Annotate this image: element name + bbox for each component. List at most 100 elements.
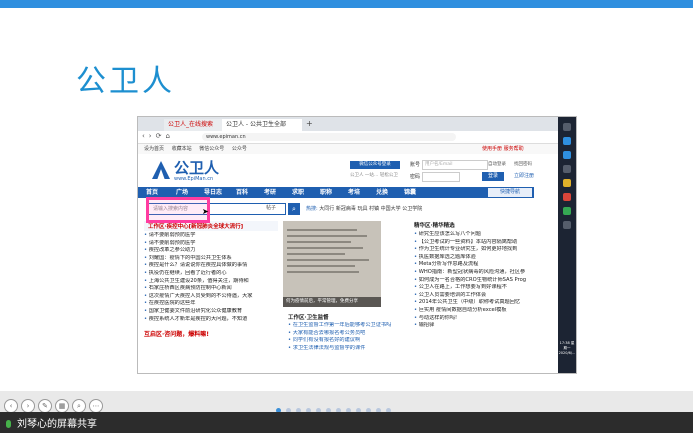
list-item[interactable]: 求卫生法律法规与监督学的课件 <box>288 345 438 353</box>
top-accent-bar <box>0 0 693 8</box>
forgot-password-link[interactable]: 找回密码 <box>514 161 532 167</box>
nav-item-training[interactable]: 考培 <box>348 187 360 198</box>
screen-share-label: 刘琴心的屏幕共享 <box>6 415 97 430</box>
auto-login-checkbox[interactable]: 自动登录 <box>488 161 506 167</box>
bookmark-item[interactable]: 收藏本站 <box>172 146 192 152</box>
search-taskbar-icon[interactable] <box>563 151 571 159</box>
password-label: 密码 <box>410 174 421 180</box>
list-item[interactable]: 请不要削弱预防医学 <box>144 240 278 248</box>
login-button[interactable]: 登录 <box>482 172 504 181</box>
screen-share-bar: 刘琴心的屏幕共享 <box>0 412 693 433</box>
microphone-icon[interactable] <box>6 420 11 428</box>
nav-item-exchange[interactable]: 兑换 <box>376 187 388 198</box>
list-item[interactable]: 刘耀国：疫情下的中国公共卫生体系 <box>144 255 278 263</box>
list-item[interactable]: 公卫人员需要培训的工作体会 <box>414 292 538 300</box>
list-item[interactable]: 研究生应该怎么写八个问题 <box>414 231 538 239</box>
list-item[interactable]: 这次疫情广大疾控人员受到的不公待遇，大家 <box>144 293 278 301</box>
logo-subtext: www.EpiMan.cn <box>174 176 214 182</box>
site-logo[interactable]: 公卫人 www.EpiMan.cn <box>152 157 242 185</box>
more-icon[interactable]: ⋯ <box>89 399 103 413</box>
app-icon[interactable] <box>563 221 571 229</box>
browser-tab-1[interactable]: 公卫人_在线搜索 <box>164 119 222 131</box>
list-item[interactable]: 公卫人在路上，工作想要写到好课程不 <box>414 284 538 292</box>
nav-item-exam[interactable]: 考研 <box>264 187 276 198</box>
list-item[interactable]: 石家庄桥西区疾病预防控制中心新闻 <box>144 285 278 293</box>
account-input[interactable]: 用户名/Email <box>422 160 488 170</box>
nav-item-wiki[interactable]: 百科 <box>236 187 248 198</box>
left-column: 工作区·疾控中心[新冠肺炎全球大流行] 请不要削弱预防医学 请不要削弱预防医学 … <box>144 221 278 338</box>
featured-image[interactable]: 何为疫情前后，平常管理，免费分享 <box>283 221 381 307</box>
list-item[interactable]: 与动这样的你吗! <box>414 315 538 323</box>
start-icon[interactable] <box>563 123 571 131</box>
list-item[interactable]: Meta分析写作思路及流程 <box>414 261 538 269</box>
wechat-login-note: 公卫人 一站… 轻松公卫 <box>350 173 398 178</box>
folder-icon[interactable] <box>563 179 571 187</box>
address-bar: ‹›⟳⌂ www.epiman.cn <box>138 131 558 144</box>
bookmark-item[interactable]: 设为首页 <box>144 146 164 152</box>
logo-text: 公卫人 <box>174 159 220 177</box>
search-type-select[interactable]: 帖子 <box>266 204 276 211</box>
explorer-icon[interactable] <box>563 165 571 173</box>
list-item[interactable]: 执役仍在继续，回看了近行者的心 <box>144 270 278 278</box>
list-item[interactable]: 同学们有没有报名好的建议啊 <box>288 337 438 345</box>
right-column: 精华区·精华精选 研究生应该怎么写八个问题 【公卫考试的一些资料】本站内容隔离帮… <box>414 221 538 330</box>
list-item[interactable]: 如何成为一名合格的CRO生物统计师SAS Prog <box>414 277 538 285</box>
pen-icon[interactable]: ✎ <box>38 399 52 413</box>
account-label: 账号 <box>410 162 421 168</box>
featured-image-caption: 何为疫情前后，平常管理，免费分享 <box>283 297 381 307</box>
slide-controls: ‹ › ✎ ▦ ⌕ ⋯ <box>4 393 106 413</box>
nav-item-jobs[interactable]: 求职 <box>292 187 304 198</box>
search-highlight-box <box>146 197 210 223</box>
list-item[interactable]: 【公卫考试的一些资料】本站内容隔离帮助 <box>414 239 538 247</box>
list-item[interactable]: 疾控改革之参公助力 <box>144 247 278 255</box>
back-forward-refresh-icons[interactable]: ‹›⟳⌂ <box>142 132 174 140</box>
hot-searches: 热搜: 大同行 新冠病毒 玩具 村镇 中国大学 公卫学院 <box>306 205 422 212</box>
list-item[interactable]: 输招驿 <box>414 322 538 330</box>
list-item[interactable]: 疾控是什么？请说说你在疾控具体做的事情 <box>144 262 278 270</box>
password-input[interactable] <box>422 172 460 182</box>
search-icon[interactable]: ⌕ <box>288 203 300 215</box>
list-item[interactable]: 2014年公共卫生（中级）职称考试真题回忆 <box>414 299 538 307</box>
section-title-supervision[interactable]: 工作区·卫生监督 <box>288 313 329 321</box>
mouse-cursor-icon: ➤ <box>202 207 209 216</box>
quick-nav-button[interactable]: 快捷导航 <box>488 188 532 197</box>
list-item[interactable]: 大家有能否去哪报名考公务员吧 <box>288 330 438 338</box>
edge-icon[interactable] <box>563 137 571 145</box>
list-item[interactable]: 巨实用 疫情间数据自动分析excel模板 <box>414 307 538 315</box>
slide-title: 公卫人 <box>76 64 175 99</box>
browser-screenshot: 公卫人_在线搜索 公卫人 - 公共卫生全部 + ‹›⟳⌂ www.epiman.… <box>137 116 577 374</box>
wechat-icon[interactable] <box>563 207 571 215</box>
new-tab-icon[interactable]: + <box>306 119 313 128</box>
url-field[interactable]: www.epiman.cn <box>202 133 456 141</box>
hot-terms[interactable]: 大同行 新冠病毒 玩具 村镇 中国大学 公卫学院 <box>319 206 422 212</box>
list-item[interactable]: 在疾控医院的这些年 <box>144 300 278 308</box>
list-item[interactable]: WHO指南：新型冠状病毒的风险沟通，社区参 <box>414 269 538 277</box>
nav-item-tips[interactable]: 锦囊 <box>404 187 416 198</box>
help-links[interactable]: 使用手册 服务帮助 <box>482 144 524 154</box>
section-title-essence[interactable]: 精华区·精华精选 <box>414 221 538 229</box>
list-item[interactable]: 执医数据库选之题库体验 <box>414 254 538 262</box>
logo-mark-icon <box>152 161 170 179</box>
windows-taskbar <box>558 117 576 373</box>
list-item[interactable]: 国家卫健委文件前沿研究化公众健康教育 <box>144 308 278 316</box>
zoom-icon[interactable]: ⌕ <box>72 399 86 413</box>
list-item[interactable]: 疾控系统人才新年是疾控的大问题，不知道 <box>144 316 278 324</box>
register-link[interactable]: 立即注册 <box>514 172 534 179</box>
app-icon-red[interactable] <box>563 193 571 201</box>
hot-label: 热搜: <box>306 206 318 212</box>
bookmark-item[interactable]: 微信公众号 <box>199 146 224 152</box>
screen-share-text: 刘琴心的屏幕共享 <box>17 419 97 430</box>
browser-tab-bar: 公卫人_在线搜索 公卫人 - 公共卫生全部 + <box>138 117 558 131</box>
nav-item-title[interactable]: 职称 <box>320 187 332 198</box>
grid-icon[interactable]: ▦ <box>55 399 69 413</box>
taskbar-clock: 17:38 星期一 2020/6/... <box>558 341 576 355</box>
section-title-qa[interactable]: 互启区·咨问题，爆料嘛! <box>144 329 278 338</box>
list-item[interactable]: 作为卫生统计专业研究生，如何更好地找到 <box>414 246 538 254</box>
bookmark-item[interactable]: 公众号 <box>232 146 247 152</box>
wechat-login-button[interactable]: 微信公众号登录 <box>350 161 400 169</box>
prev-slide-icon[interactable]: ‹ <box>4 399 18 413</box>
list-item[interactable]: 请不要削弱预防医学 <box>144 232 278 240</box>
browser-tab-2[interactable]: 公卫人 - 公共卫生全部 <box>222 119 302 131</box>
next-slide-icon[interactable]: › <box>21 399 35 413</box>
list-item[interactable]: 上海公共卫生建设20条，值得关注，期待和 <box>144 278 278 286</box>
